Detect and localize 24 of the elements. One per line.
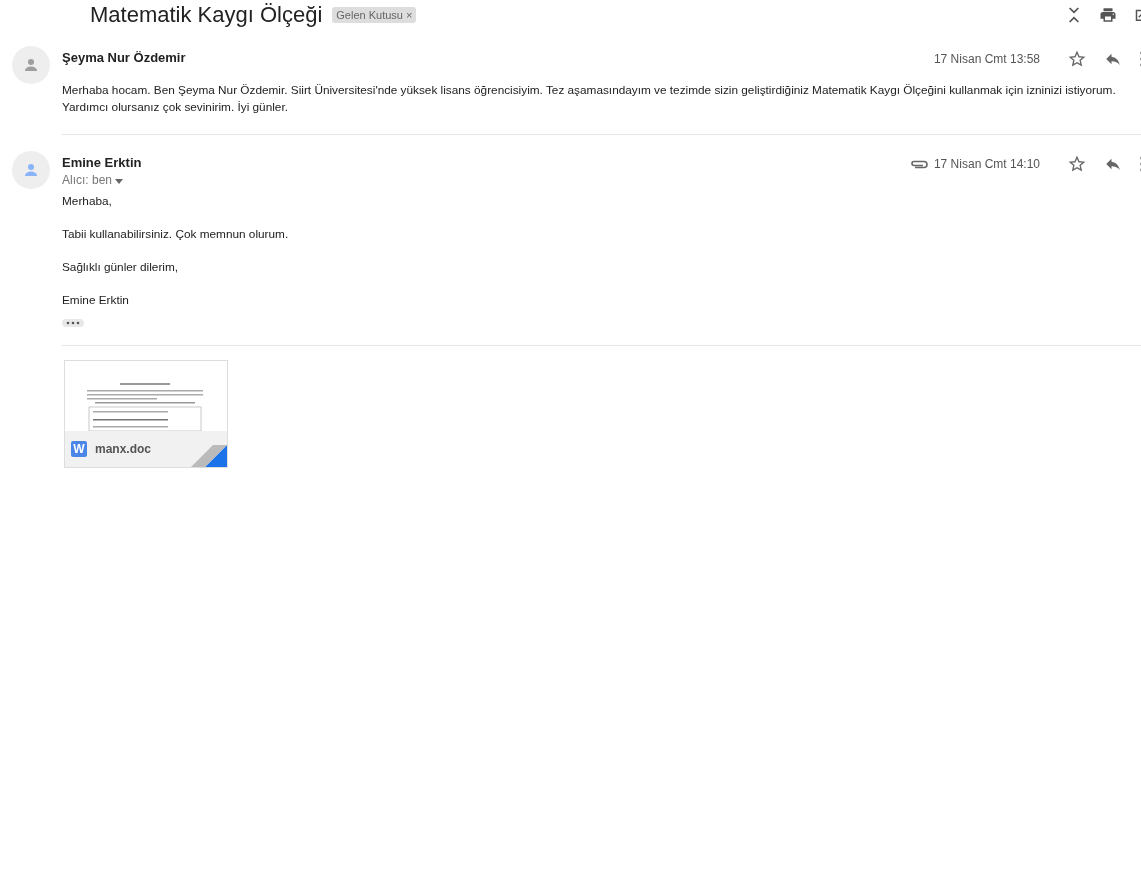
word-file-icon: W <box>71 441 87 457</box>
print-icon[interactable] <box>1099 6 1117 24</box>
caret-icon <box>115 179 124 184</box>
message-text: Merhaba, <box>62 193 113 210</box>
sender-name: Emine Erktin <box>62 155 142 170</box>
sender-name: Şeyma Nur Özdemir <box>62 50 186 65</box>
star-icon[interactable] <box>1068 155 1086 173</box>
remove-label-button[interactable]: × <box>406 9 413 21</box>
attachment-card[interactable]: W manx.doc <box>64 360 228 468</box>
ellipsis-icon <box>66 321 80 325</box>
email-subject: Matematik Kaygı Ölçeği <box>90 2 323 28</box>
message-text: Emine Erktin <box>62 292 130 309</box>
message-text: Merhaba hocam. Ben Şeyma Nur Özdemir. Siirt Üniversitesi'nde yüksek lisans öğrencisiyim. Tez aşamasındayım ve tezimde sizin geliştirdiğiniz Matematik Kaygı Ölçeğini kullanmak için izninizi istiyorum. Yardımcı olursanız çok sevinirim. İyi günler. <box>62 82 1117 116</box>
page-corner-icon <box>191 445 227 467</box>
message-text: Tabii kullanabilirsiniz. Çok memnun olurum. <box>62 226 290 243</box>
message-date: 17 Nisan Cmt 13:58 <box>933 52 1040 66</box>
show-trimmed-button[interactable] <box>62 319 84 327</box>
collapse-icon[interactable] <box>1067 6 1081 24</box>
message-date: 17 Nisan Cmt 14:10 <box>933 157 1040 171</box>
star-icon[interactable] <box>1068 50 1086 68</box>
recipient-toggle[interactable]: Alıcı: ben <box>62 173 142 187</box>
label-chip[interactable]: Gelen Kutusu × <box>332 7 417 23</box>
attachment-name: manx.doc <box>95 442 151 456</box>
message-text: Sağlıklı günler dilerim, <box>62 259 180 276</box>
